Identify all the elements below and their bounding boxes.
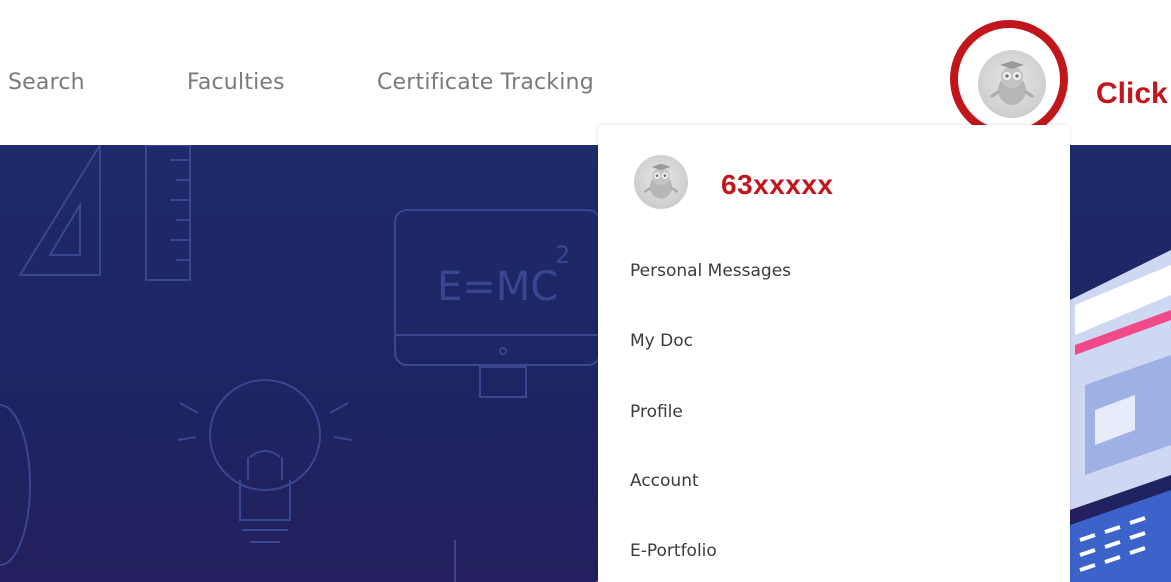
nav-link-search[interactable]: Search xyxy=(8,70,85,95)
dropdown-username: 63xxxxx xyxy=(721,169,834,200)
owl-avatar-icon xyxy=(990,61,1034,105)
user-dropdown-menu: 63xxxxx Personal Messages My Doc Profile… xyxy=(598,125,1070,582)
dropdown-avatar xyxy=(634,155,688,209)
click-annotation: Click xyxy=(1096,77,1168,110)
hero-formula-superscript: 2 xyxy=(555,241,570,269)
hero-formula-text: E=MC xyxy=(437,264,558,310)
laptop-illustration xyxy=(1070,250,1171,582)
top-navigation: Search Faculties Certificate Tracking Cl… xyxy=(0,0,1171,145)
nav-link-faculties[interactable]: Faculties xyxy=(187,70,285,95)
menu-item-personal-messages[interactable]: Personal Messages xyxy=(630,261,791,281)
owl-avatar-icon xyxy=(643,163,679,199)
user-avatar-button[interactable] xyxy=(978,50,1046,118)
menu-item-account[interactable]: Account xyxy=(630,471,699,491)
menu-item-e-portfolio[interactable]: E-Portfolio xyxy=(630,541,717,561)
nav-link-certificate-tracking[interactable]: Certificate Tracking xyxy=(377,70,594,95)
menu-item-my-doc[interactable]: My Doc xyxy=(630,331,693,351)
menu-item-profile[interactable]: Profile xyxy=(630,402,683,422)
